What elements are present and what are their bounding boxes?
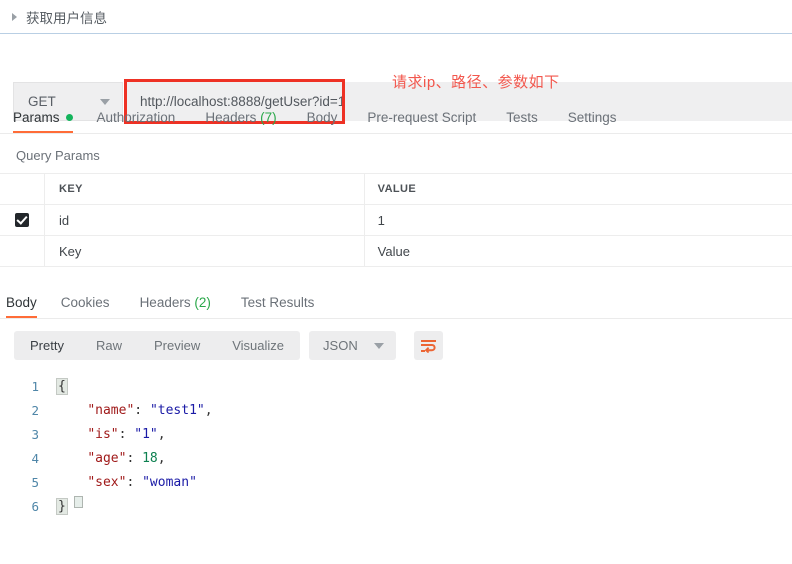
json-value: "woman": [142, 474, 197, 490]
table-header-row: KEY VALUE: [0, 173, 792, 205]
response-format-label: JSON: [323, 338, 358, 353]
view-mode-group: Pretty Raw Preview Visualize: [14, 331, 301, 360]
header-checkbox-cell: [0, 173, 45, 205]
request-url-bar: GET http://localhost:8888/getUser?id=1 请…: [0, 34, 792, 124]
view-raw[interactable]: Raw: [80, 331, 138, 360]
line-number: 5: [31, 474, 39, 490]
json-separator: :: [118, 426, 135, 442]
table-row[interactable]: Key Value: [0, 235, 792, 267]
tab-pre-request-script[interactable]: Pre-request Script: [367, 110, 492, 133]
tab-tests[interactable]: Tests: [506, 110, 554, 133]
json-comma: ,: [157, 426, 166, 442]
code-close-brace: }: [56, 497, 68, 515]
json-key: "sex": [87, 474, 127, 490]
response-tab-headers-label: Headers: [139, 295, 191, 310]
annotation-text: 请求ip、路径、参数如下: [392, 74, 560, 91]
params-active-dot-icon: [65, 114, 73, 121]
code-line: 6 }: [0, 494, 792, 518]
line-number: 1: [31, 378, 39, 394]
tab-params[interactable]: Params: [13, 110, 83, 133]
line-number: 6: [31, 498, 39, 514]
header-value: VALUE: [364, 173, 792, 205]
header-key: KEY: [44, 173, 365, 205]
response-tab-test-results[interactable]: Test Results: [241, 295, 331, 318]
tab-authorization[interactable]: Authorization: [97, 110, 192, 133]
view-preview[interactable]: Preview: [138, 331, 216, 360]
tab-headers-count: (7): [260, 110, 277, 125]
response-body-code[interactable]: 1 { 2 "name": "test1", 3 "is": "1", 4 "a…: [0, 374, 792, 518]
tab-body-label: Body: [306, 110, 338, 125]
response-tabs: Body Cookies Headers (2) Test Results: [0, 289, 792, 319]
code-line: 2 "name": "test1",: [0, 398, 792, 422]
triangle-right-icon[interactable]: [12, 12, 17, 21]
json-separator: :: [126, 450, 143, 466]
json-comma: ,: [157, 450, 166, 466]
table-row[interactable]: id 1: [0, 204, 792, 236]
tab-headers[interactable]: Headers (7): [205, 110, 292, 133]
code-line: 3 "is": "1",: [0, 422, 792, 446]
json-value: "1": [134, 426, 158, 442]
chevron-down-icon: [373, 342, 384, 349]
response-tab-cookies[interactable]: Cookies: [61, 295, 126, 318]
json-key: "name": [87, 402, 135, 418]
tab-tests-label: Tests: [506, 110, 538, 125]
tab-settings[interactable]: Settings: [568, 110, 633, 133]
tab-params-label: Params: [13, 110, 60, 125]
checkbox-checked-icon[interactable]: [15, 213, 29, 227]
row-checkbox-cell[interactable]: [0, 204, 45, 236]
view-visualize[interactable]: Visualize: [216, 331, 300, 360]
code-line: 4 "age": 18,: [0, 446, 792, 470]
response-tab-body-label: Body: [6, 295, 37, 310]
query-params-title: Query Params: [16, 148, 100, 163]
response-body-toolbar: Pretty Raw Preview Visualize JSON: [0, 319, 792, 360]
response-tab-body[interactable]: Body: [6, 295, 47, 318]
row-value-input[interactable]: 1: [364, 204, 792, 236]
tab-headers-label: Headers: [205, 110, 257, 125]
line-number: 2: [31, 402, 39, 418]
json-value: "test1": [149, 402, 205, 418]
row-key-input-placeholder[interactable]: Key: [44, 235, 365, 267]
view-pretty[interactable]: Pretty: [14, 331, 80, 360]
code-open-brace: {: [56, 377, 68, 395]
tab-authorization-label: Authorization: [96, 110, 176, 125]
json-key: "is": [87, 426, 119, 442]
word-wrap-icon: [420, 339, 436, 353]
json-separator: :: [126, 474, 143, 490]
text-cursor-marker: [74, 496, 83, 508]
breadcrumb: 获取用户信息: [0, 0, 792, 34]
json-separator: :: [134, 402, 150, 418]
row-checkbox-cell-empty[interactable]: [0, 235, 45, 267]
response-tab-headers[interactable]: Headers (2): [140, 295, 227, 318]
line-number: 3: [31, 426, 39, 442]
row-value-input-placeholder[interactable]: Value: [364, 235, 792, 267]
tab-body[interactable]: Body: [307, 110, 354, 133]
breadcrumb-label: 获取用户信息: [26, 10, 107, 26]
request-tabs: Params Authorization Headers (7) Body Pr…: [0, 102, 792, 134]
json-value: 18: [142, 450, 158, 466]
response-tab-cookies-label: Cookies: [60, 295, 110, 310]
line-number: 4: [31, 450, 39, 466]
response-tab-test-results-label: Test Results: [240, 295, 315, 310]
response-format-select[interactable]: JSON: [309, 331, 396, 360]
code-line: 5 "sex": "woman": [0, 470, 792, 494]
json-key: "age": [87, 450, 127, 466]
row-key-input[interactable]: id: [44, 204, 365, 236]
tab-settings-label: Settings: [567, 110, 617, 125]
response-tab-headers-count: (2): [194, 295, 211, 310]
code-line: 1 {: [0, 374, 792, 398]
tab-pre-request-script-label: Pre-request Script: [367, 110, 477, 125]
query-params-table: KEY VALUE id 1 Key Value: [0, 173, 792, 267]
json-comma: ,: [204, 402, 213, 418]
word-wrap-button[interactable]: [413, 331, 443, 360]
